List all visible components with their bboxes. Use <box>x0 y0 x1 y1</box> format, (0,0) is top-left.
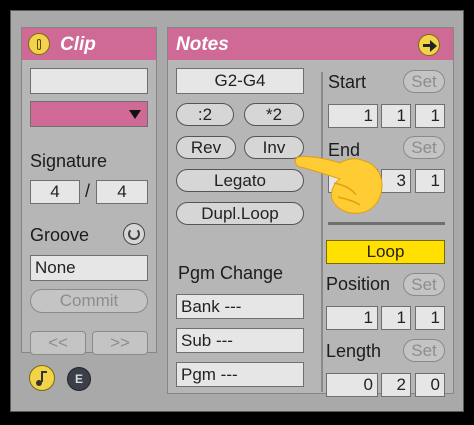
position-sixteenth-field[interactable]: 1 <box>415 306 445 330</box>
clip-activator-icon[interactable] <box>28 33 50 55</box>
position-set-button[interactable]: Set <box>403 273 445 296</box>
clip-color-chooser[interactable] <box>30 101 148 127</box>
dropdown-arrow-icon <box>129 110 141 119</box>
clip-header: Clip <box>22 28 156 60</box>
notes-title: Notes <box>176 34 229 55</box>
length-set-button[interactable]: Set <box>403 339 445 362</box>
note-range-field[interactable]: G2-G4 <box>176 68 304 94</box>
bank-field[interactable]: Bank --- <box>176 294 304 319</box>
position-label: Position <box>326 274 391 294</box>
position-bar-field[interactable]: 1 <box>326 306 378 330</box>
pgm-change-label: Pgm Change <box>178 263 284 283</box>
duplicate-loop-button[interactable]: Dupl.Loop <box>176 202 304 225</box>
groove-label: Groove <box>30 225 90 245</box>
groove-field[interactable]: None <box>30 255 148 281</box>
signature-numerator[interactable]: 4 <box>30 180 80 204</box>
length-beat-field[interactable]: 2 <box>381 373 411 397</box>
legato-button[interactable]: Legato <box>176 169 304 192</box>
launch-arrow-icon[interactable] <box>418 34 440 56</box>
nudge-forward-button[interactable]: >> <box>92 331 148 355</box>
clip-name-field[interactable] <box>30 68 148 94</box>
signature-label: Signature <box>30 151 108 171</box>
start-sixteenth-field[interactable]: 1 <box>415 104 445 128</box>
pgm-field[interactable]: Pgm --- <box>176 362 304 387</box>
envelope-toggle-label: E <box>74 372 83 386</box>
halve-button[interactable]: :2 <box>176 103 234 126</box>
double-button[interactable]: *2 <box>244 103 304 126</box>
envelope-toggle-icon[interactable]: E <box>67 367 91 391</box>
length-bar-field[interactable]: 0 <box>326 373 378 397</box>
loop-toggle-button[interactable]: Loop <box>326 240 445 264</box>
position-beat-field[interactable]: 1 <box>381 306 411 330</box>
start-label: Start <box>328 72 367 92</box>
notes-header: Notes <box>168 28 453 60</box>
commit-button[interactable]: Commit <box>30 289 148 313</box>
end-sixteenth-field[interactable]: 1 <box>415 169 445 193</box>
clip-panel: Clip Signature 4 / 4 Groove None Commit … <box>21 27 157 355</box>
start-beat-field[interactable]: 1 <box>381 104 411 128</box>
sub-field[interactable]: Sub --- <box>176 328 304 353</box>
start-set-button[interactable]: Set <box>403 70 445 93</box>
clip-view-frame: Clip Signature 4 / 4 Groove None Commit … <box>10 10 464 412</box>
clip-title: Clip <box>60 34 96 55</box>
signature-separator: / <box>85 181 91 201</box>
length-sixteenth-field[interactable]: 0 <box>415 373 445 397</box>
groove-hot-swap-icon[interactable] <box>123 223 145 245</box>
pointing-hand-icon <box>294 156 383 214</box>
end-set-button[interactable]: Set <box>403 136 445 159</box>
start-bar-field[interactable]: 1 <box>328 104 378 128</box>
signature-denominator[interactable]: 4 <box>96 180 148 204</box>
music-note-icon[interactable] <box>29 365 55 391</box>
length-label: Length <box>326 341 382 361</box>
column-divider <box>321 72 323 392</box>
reverse-button[interactable]: Rev <box>176 136 236 159</box>
nudge-back-button[interactable]: << <box>30 331 86 355</box>
